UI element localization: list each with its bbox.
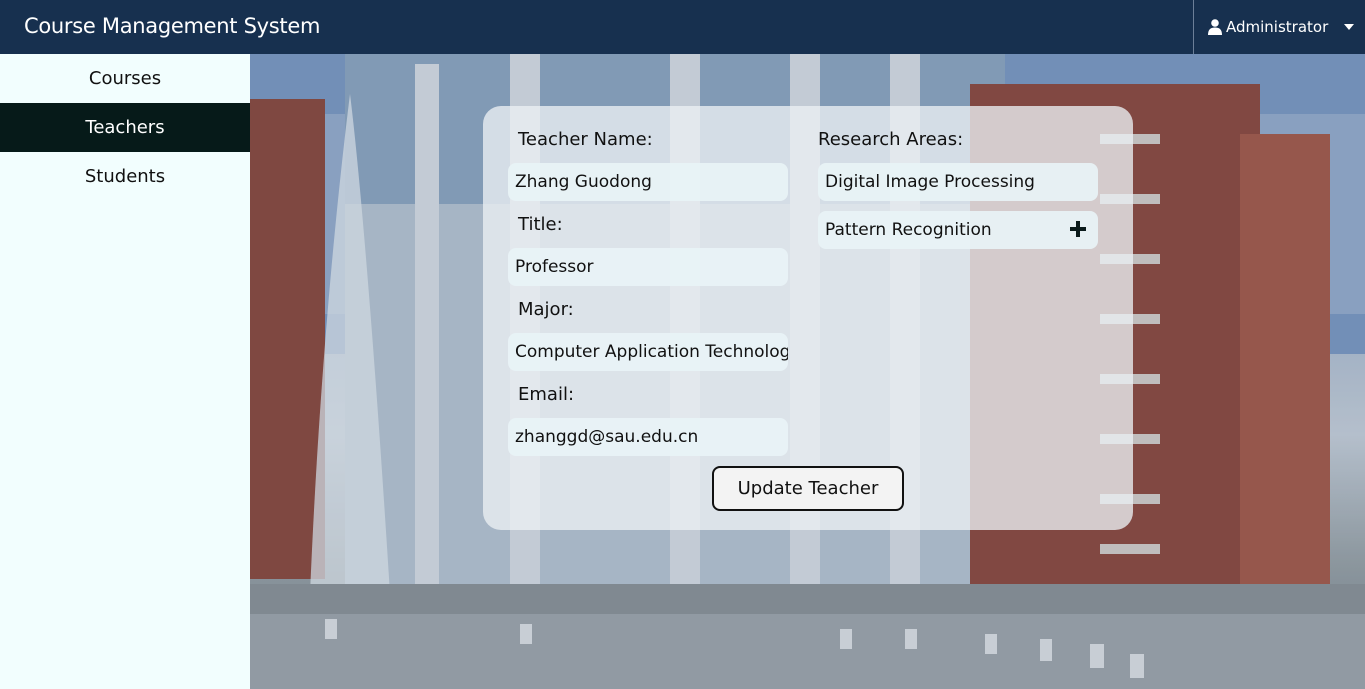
update-teacher-button[interactable]: Update Teacher bbox=[712, 466, 904, 511]
major-label: Major: bbox=[518, 299, 574, 320]
user-name: Administrator bbox=[1226, 18, 1329, 36]
navbar-divider bbox=[1193, 0, 1194, 54]
sidebar-item-label: Courses bbox=[88, 68, 162, 89]
research-areas-label: Research Areas: bbox=[818, 129, 964, 150]
title-input[interactable] bbox=[508, 248, 788, 286]
sidebar-item-label: Teachers bbox=[85, 117, 165, 138]
teacher-name-input[interactable] bbox=[508, 163, 788, 201]
app-title[interactable]: Course Management System bbox=[24, 14, 320, 38]
sidebar-item-label: Students bbox=[84, 166, 166, 187]
teacher-name-label: Teacher Name: bbox=[518, 129, 653, 150]
teacher-form-card: Teacher Name: Title: Major: Email: Resea… bbox=[483, 106, 1133, 530]
title-label: Title: bbox=[518, 214, 563, 235]
user-icon bbox=[1208, 19, 1222, 35]
research-area-value: Pattern Recognition bbox=[825, 220, 992, 240]
user-menu-dropdown[interactable]: Administrator bbox=[1208, 0, 1358, 54]
research-area-input-1[interactable] bbox=[818, 163, 1098, 201]
email-input[interactable] bbox=[508, 418, 788, 456]
sidebar-item-courses[interactable]: Courses bbox=[0, 54, 250, 103]
sidebar: Courses Teachers Students bbox=[0, 54, 250, 689]
chevron-down-icon bbox=[1344, 24, 1355, 30]
research-area-input-2[interactable]: Pattern Recognition bbox=[818, 211, 1098, 249]
top-navbar: Course Management System Administrator bbox=[0, 0, 1365, 54]
email-label: Email: bbox=[518, 384, 575, 405]
sidebar-item-teachers[interactable]: Teachers bbox=[0, 103, 250, 152]
sidebar-item-students[interactable]: Students bbox=[0, 152, 250, 201]
major-input[interactable] bbox=[508, 333, 788, 371]
plus-icon[interactable] bbox=[1070, 221, 1086, 237]
